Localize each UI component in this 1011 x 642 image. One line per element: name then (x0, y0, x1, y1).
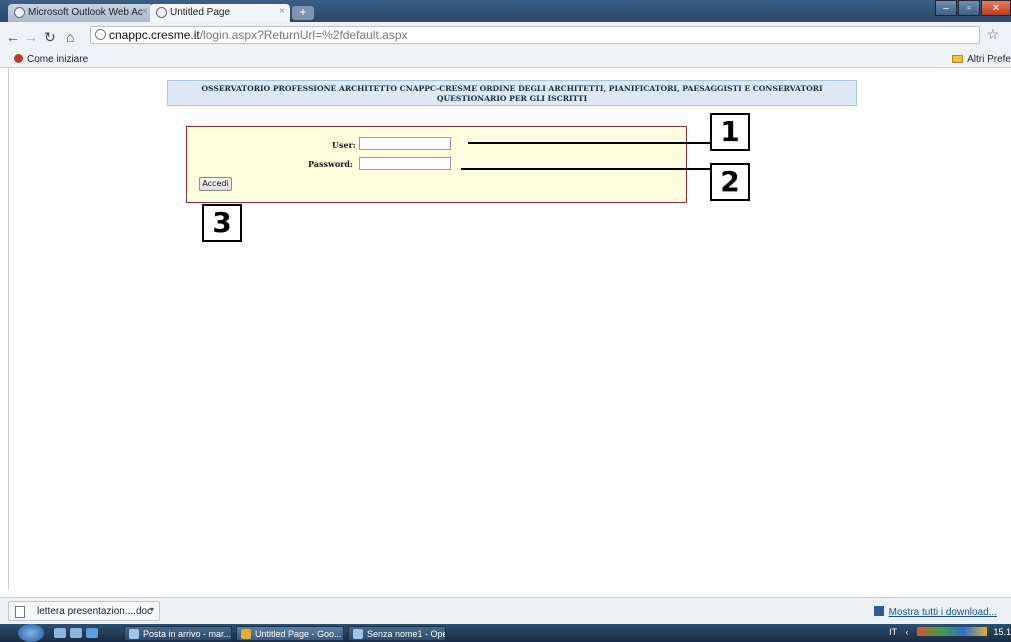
page-icon (14, 7, 25, 18)
home-icon[interactable]: ⌂ (66, 29, 74, 45)
bookmark-icon (14, 54, 23, 63)
bookmark-come-iniziare[interactable]: Come iniziare (14, 54, 88, 65)
user-input[interactable] (359, 137, 451, 150)
tab-close-icon[interactable]: × (279, 6, 285, 17)
url-host: cnappc.cresme.it (109, 28, 200, 42)
user-label: User: (332, 140, 356, 150)
browser-toolbar: ← → ↻ ⌂ cnappc.cresme.it/login.aspx?Retu… (0, 22, 1011, 54)
tab-label: Untitled Page (170, 7, 231, 18)
show-all-downloads-link[interactable]: Mostra tutti i download... (873, 606, 997, 618)
callout-line-2 (461, 168, 710, 170)
download-item[interactable]: lettera presentazion....doc ▾ (8, 601, 160, 621)
windows-taskbar: Posta in arrivo - mar... Untitled Page -… (0, 624, 1011, 642)
page-content: OSSERVATORIO PROFESSIONE ARCHITETTO CNAP… (8, 68, 1011, 590)
callout-1: 1 (710, 113, 750, 151)
browser-icon[interactable] (86, 628, 98, 638)
globe-icon (95, 29, 106, 40)
tray-icons[interactable] (916, 627, 987, 636)
back-arrow-icon[interactable]: ← (6, 29, 20, 45)
tray-expand-icon[interactable]: ‹ (905, 627, 908, 637)
new-tab-button[interactable]: + (292, 6, 314, 20)
language-indicator[interactable]: IT (889, 627, 897, 637)
page-icon (156, 7, 167, 18)
banner-subtitle: QUESTIONARIO PER GLI ISCRITTI (436, 94, 588, 103)
address-bar[interactable]: cnappc.cresme.it/login.aspx?ReturnUrl=%2… (90, 26, 980, 44)
bookmark-other-folder[interactable]: Altri Prefe (952, 54, 1011, 65)
show-all-label: Mostra tutti i download... (888, 607, 997, 618)
callout-2: 2 (710, 163, 750, 201)
taskbar-button-writer[interactable]: Senza nome1 - Ope... (348, 626, 446, 641)
tab-label: Microsoft Outlook Web Ac (28, 7, 143, 18)
password-input[interactable] (359, 157, 451, 170)
folder-icon (952, 55, 964, 63)
system-tray: IT ‹ 15.1 (889, 627, 1011, 637)
bookmarks-bar: Come iniziare Altri Prefe (0, 52, 1011, 68)
tab-outlook[interactable]: Microsoft Outlook Web Ac × (8, 4, 153, 22)
document-icon (15, 606, 25, 618)
taskbar-button-label: Untitled Page - Goo... (255, 629, 342, 639)
start-button[interactable] (18, 624, 44, 642)
maximize-button[interactable]: ▫ (958, 0, 980, 16)
page-banner: OSSERVATORIO PROFESSIONE ARCHITETTO CNAP… (167, 80, 857, 106)
forward-arrow-icon[interactable]: → (24, 29, 38, 45)
chevron-down-icon[interactable]: ▾ (150, 605, 154, 614)
tab-untitled-page[interactable]: Untitled Page × (150, 4, 290, 22)
browser-titlebar: Microsoft Outlook Web Ac × Untitled Page… (0, 0, 1011, 22)
tab-close-icon[interactable]: × (142, 6, 148, 17)
document-icon (353, 629, 363, 639)
banner-title: OSSERVATORIO PROFESSIONE ARCHITETTO CNAP… (201, 84, 823, 93)
taskbar-button-label: Posta in arrivo - mar... (143, 629, 232, 639)
download-icon (873, 606, 884, 616)
callout-3: 3 (202, 204, 242, 242)
mail-icon (129, 629, 139, 639)
chrome-icon (241, 629, 251, 639)
reload-icon[interactable]: ↻ (44, 29, 56, 46)
password-label: Password: (308, 159, 353, 169)
switch-windows-icon[interactable] (70, 628, 82, 638)
login-button[interactable]: Accedi (199, 177, 232, 191)
close-window-button[interactable]: ✕ (981, 0, 1011, 16)
clock: 15.1 (993, 627, 1011, 637)
url-path: /login.aspx?ReturnUrl=%2fdefault.aspx (199, 28, 408, 42)
window-controls: – ▫ ✕ (934, 0, 1011, 18)
show-desktop-icon[interactable] (54, 628, 66, 638)
download-bar: lettera presentazion....doc ▾ Mostra tut… (0, 597, 1011, 624)
taskbar-button-chrome[interactable]: Untitled Page - Goo... (236, 626, 344, 641)
login-form: User: Password: Accedi (186, 126, 687, 203)
bookmark-star-icon[interactable]: ☆ (986, 26, 999, 43)
taskbar-button-label: Senza nome1 - Ope... (367, 629, 446, 639)
minimize-button[interactable]: – (935, 0, 957, 16)
taskbar-button-mail[interactable]: Posta in arrivo - mar... (124, 626, 232, 641)
callout-line-1 (468, 142, 710, 144)
bookmark-label: Come iniziare (27, 54, 89, 65)
download-filename: lettera presentazion....doc (37, 606, 153, 617)
bookmark-folder-label: Altri Prefe (967, 54, 1011, 65)
